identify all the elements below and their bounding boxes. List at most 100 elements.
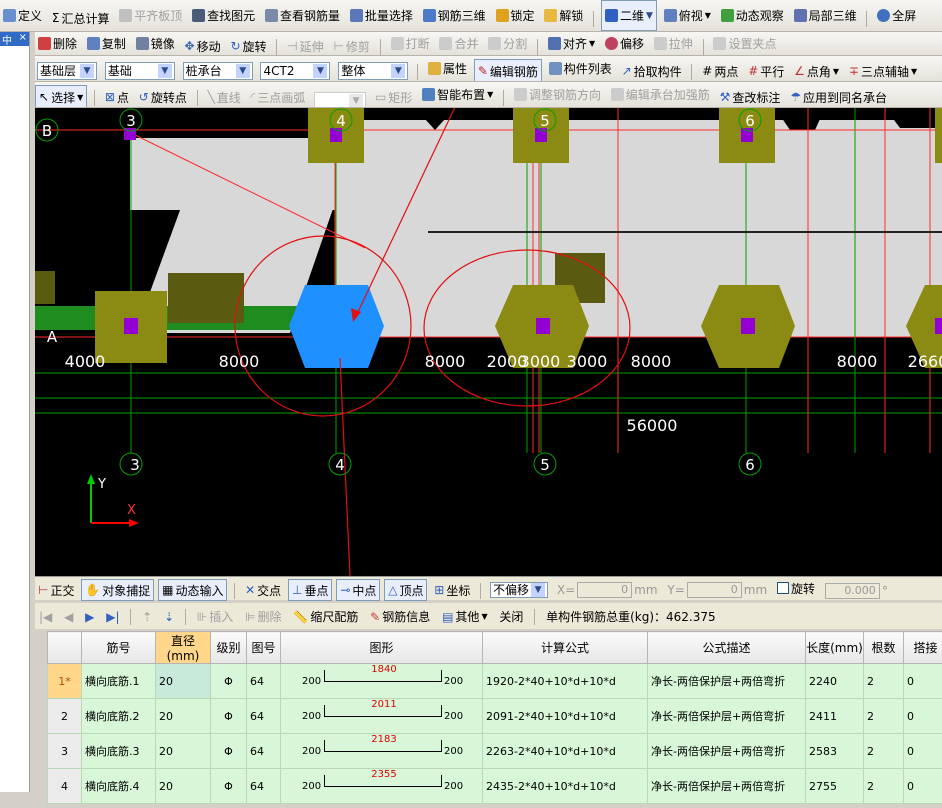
diameter-cell[interactable]: 20 bbox=[155, 663, 211, 699]
pile-cap-selected[interactable] bbox=[289, 285, 384, 368]
copy-button[interactable]: 复制 bbox=[84, 32, 129, 55]
count-cell[interactable]: 2 bbox=[863, 663, 904, 699]
column-block[interactable] bbox=[35, 271, 55, 304]
col-header[interactable]: 级别 bbox=[210, 631, 247, 664]
table-row[interactable]: 1* 横向底筋.1 20 Φ 64 200 1840 200 1920-2*40+10*d+10… bbox=[47, 663, 942, 699]
insert-row-button[interactable]: ⊪ 插入 bbox=[193, 604, 237, 630]
description-cell[interactable]: 净长-两倍保护层+两倍弯折 bbox=[647, 698, 806, 734]
two-point-button[interactable]: # 两点 bbox=[699, 59, 741, 82]
row-number[interactable]: 3 bbox=[47, 733, 82, 769]
align-slab-top-button[interactable]: 平齐板顶 bbox=[116, 0, 185, 31]
find-element-button[interactable]: 查找图元 bbox=[189, 0, 258, 31]
arc-button[interactable]: ◜ 三点画弧 bbox=[248, 85, 309, 108]
move-button[interactable]: ✥ 移动 bbox=[182, 35, 224, 56]
bar-name-cell[interactable]: 横向底筋.4 bbox=[81, 768, 156, 804]
col-header[interactable]: 图号 bbox=[246, 631, 281, 664]
pick-component-button[interactable]: ↗ 拾取构件 bbox=[619, 59, 685, 82]
properties-button[interactable]: 属性 bbox=[425, 56, 470, 81]
row-number[interactable]: 1* bbox=[47, 663, 82, 699]
line-button[interactable]: ╲ 直线 bbox=[205, 85, 244, 108]
pile-marker[interactable] bbox=[741, 318, 755, 334]
last-record-button[interactable]: ▶| bbox=[102, 604, 123, 630]
shape-main-length[interactable]: 2183 bbox=[344, 735, 424, 746]
figure-no-cell[interactable]: 64 bbox=[246, 733, 281, 769]
grade-cell[interactable]: Φ bbox=[210, 733, 247, 769]
slab-region[interactable] bbox=[335, 120, 942, 337]
count-cell[interactable]: 2 bbox=[863, 768, 904, 804]
shape-cell[interactable]: 200 2355 200 bbox=[280, 768, 483, 804]
close-icon[interactable]: × bbox=[19, 32, 27, 46]
table-row[interactable]: 3 横向底筋.3 20 Φ 64 200 2183 200 2263-2*40+10*d+10*… bbox=[47, 733, 942, 769]
coordinate-snap[interactable]: ⊞ 坐标 bbox=[431, 579, 473, 601]
trim-button[interactable]: ⊢ 修剪 bbox=[330, 35, 372, 56]
select-dropdown[interactable]: ↖ 选择 ▼ bbox=[35, 84, 88, 107]
merge-button[interactable]: 合并 bbox=[436, 32, 481, 55]
pile-marker[interactable] bbox=[124, 318, 138, 334]
dynamic-observe-button[interactable]: 动态观察 bbox=[718, 0, 787, 31]
apply-same-name-button[interactable]: ☂ 应用到同名承台 bbox=[787, 85, 890, 108]
length-cell[interactable]: 2240 bbox=[805, 663, 864, 699]
split-button[interactable]: 分割 bbox=[485, 32, 530, 55]
delete-button[interactable]: 删除 bbox=[35, 32, 80, 55]
shape-main-length[interactable]: 2355 bbox=[344, 770, 424, 781]
rebar-info-button[interactable]: ✎ 钢筋信息 bbox=[366, 604, 434, 630]
point-angle-dropdown[interactable]: ∠ 点角 ▼ bbox=[791, 59, 842, 82]
drawing-canvas[interactable]: 3 4 5 6 3 4 5 6 B A 4000 8000 8000 2000 … bbox=[35, 108, 942, 576]
break-button[interactable]: 打断 bbox=[388, 32, 433, 55]
check-annotation-button[interactable]: ⚒ 查改标注 bbox=[717, 85, 784, 108]
rotate-button[interactable]: ↻ 旋转 bbox=[227, 35, 269, 56]
offset-mode-select[interactable]: 不偏移 ▼ bbox=[490, 581, 549, 598]
point-button[interactable]: ⊠ 点 bbox=[102, 85, 132, 108]
grade-cell[interactable]: Φ bbox=[210, 698, 247, 734]
offset-button[interactable]: 偏移 bbox=[602, 32, 647, 55]
scope-select[interactable]: 整体 ▼ bbox=[338, 61, 409, 80]
row-number[interactable]: 4 bbox=[47, 768, 82, 804]
figure-no-cell[interactable]: 64 bbox=[246, 698, 281, 734]
view-2d-dropdown[interactable]: 二维 ▼ bbox=[601, 0, 657, 31]
object-snap-toggle[interactable]: ✋ 对象捕捉 bbox=[81, 579, 155, 601]
perpendicular-snap[interactable]: ⊥ 垂点 bbox=[288, 579, 333, 601]
row-number[interactable]: 2 bbox=[47, 698, 82, 734]
rebar-3d-button[interactable]: 钢筋三维 bbox=[420, 0, 489, 31]
bar-name-cell[interactable]: 横向底筋.3 bbox=[81, 733, 156, 769]
previous-record-button[interactable]: ◀ bbox=[60, 604, 77, 630]
description-cell[interactable]: 净长-两倍保护层+两倍弯折 bbox=[647, 663, 806, 699]
length-cell[interactable]: 2411 bbox=[805, 698, 864, 734]
shape-cell[interactable]: 200 2183 200 bbox=[280, 733, 483, 769]
lap-cell[interactable]: 0 bbox=[903, 768, 942, 804]
col-header[interactable]: 根数 bbox=[863, 631, 904, 664]
component-select[interactable]: 桩承台 ▼ bbox=[182, 61, 253, 80]
shape-cell[interactable]: 200 1840 200 bbox=[280, 663, 483, 699]
stretch-button[interactable]: 拉伸 bbox=[651, 32, 696, 55]
description-cell[interactable]: 净长-两倍保护层+两倍弯折 bbox=[647, 733, 806, 769]
batch-select-button[interactable]: 批量选择 bbox=[347, 0, 416, 31]
component-list-button[interactable]: 构件列表 bbox=[546, 56, 615, 81]
count-cell[interactable]: 2 bbox=[863, 698, 904, 734]
col-header[interactable]: 搭接 bbox=[903, 631, 942, 664]
local-3d-button[interactable]: 局部三维 bbox=[791, 0, 860, 31]
three-point-axis-dropdown[interactable]: ∓ 三点辅轴 ▼ bbox=[846, 59, 920, 82]
col-header[interactable]: 筋号 bbox=[81, 631, 156, 664]
dynamic-input-toggle[interactable]: ▦ 动态输入 bbox=[158, 579, 228, 601]
type-select[interactable]: 基础 ▼ bbox=[104, 61, 175, 80]
scale-rebar-button[interactable]: 📏 缩尺配筋 bbox=[289, 604, 362, 630]
define-button[interactable]: 定义 bbox=[0, 0, 45, 31]
unlock-button[interactable]: 解锁 bbox=[541, 0, 586, 31]
rotate-point-button[interactable]: ↺ 旋转点 bbox=[136, 85, 190, 108]
rotate-angle-input[interactable]: 0.000 bbox=[824, 583, 880, 599]
set-grip-button[interactable]: 设置夹点 bbox=[710, 32, 779, 55]
lap-cell[interactable]: 0 bbox=[903, 733, 942, 769]
edit-rebar-button[interactable]: ✎ 编辑钢筋 bbox=[473, 58, 542, 81]
summary-calc-button[interactable]: Σ 汇总计算 bbox=[49, 3, 113, 32]
shape-main-length[interactable]: 1840 bbox=[344, 665, 424, 676]
delete-row-button[interactable]: ⊫ 删除 bbox=[241, 604, 285, 630]
table-row[interactable]: 4 横向底筋.4 20 Φ 64 200 2355 200 2435-2*40+10*d+10*… bbox=[47, 768, 942, 804]
component-name-select[interactable]: 4CT2 ▼ bbox=[260, 62, 331, 80]
col-header[interactable]: 计算公式 bbox=[482, 631, 648, 664]
other-dropdown[interactable]: ▤ 其他 ▼ bbox=[438, 604, 492, 630]
smart-layout-dropdown[interactable]: 智能布置 ▼ bbox=[419, 82, 496, 107]
extend-button[interactable]: ⊣ 延伸 bbox=[284, 35, 326, 56]
move-up-button[interactable]: ⇡ bbox=[138, 604, 156, 630]
vertex-snap[interactable]: △ 顶点 bbox=[384, 579, 428, 601]
count-cell[interactable]: 2 bbox=[863, 733, 904, 769]
